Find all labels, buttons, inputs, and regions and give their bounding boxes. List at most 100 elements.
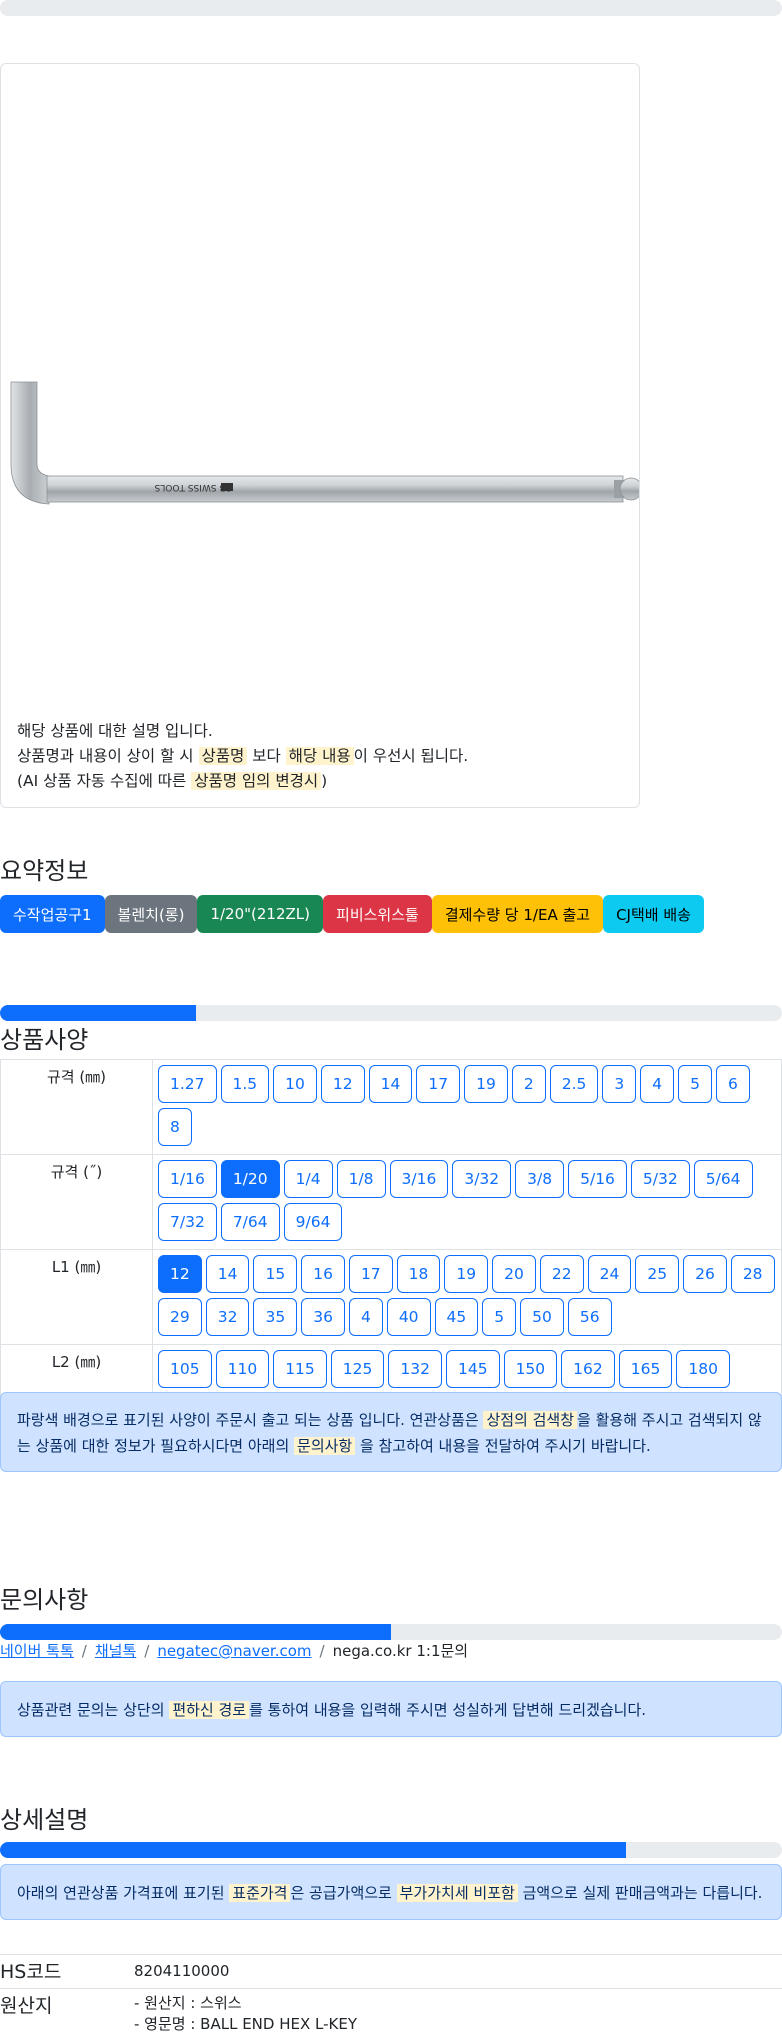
spec-option[interactable]: 56 (567, 1298, 612, 1336)
spec-option[interactable]: 45 (434, 1298, 479, 1336)
spec-option[interactable]: 28 (730, 1255, 775, 1293)
channel-talk-link[interactable]: 채널톡 (95, 1642, 136, 1660)
spec-option[interactable]: 105 (158, 1350, 212, 1388)
highlight-inquiry: 문의사항 (294, 1437, 356, 1455)
spec-option[interactable]: 7/64 (220, 1203, 280, 1241)
spec-option[interactable]: 5/64 (693, 1160, 753, 1198)
highlight-name-change: 상품명 임의 변경시 (191, 772, 322, 790)
spec-option[interactable]: 9/64 (283, 1203, 343, 1241)
spec-option[interactable]: 17 (416, 1065, 461, 1103)
origin-values: - 원산지 : 스위스 - 영문명 : BALL END HEX L-KEY (134, 1993, 357, 2035)
spec-option[interactable]: 1/8 (336, 1160, 386, 1198)
notice-text: 파랑색 배경으로 표기된 사양이 주문시 출고 되는 상품 입니다. 연관상품은 (17, 1411, 484, 1429)
spec-option[interactable]: 1/16 (158, 1160, 217, 1198)
spec-option[interactable]: 14 (368, 1065, 413, 1103)
spec-option[interactable]: 5/16 (568, 1160, 627, 1198)
desc-text: (AI 상품 자동 수집에 따른 (17, 772, 192, 790)
spec-option[interactable]: 18 (396, 1255, 441, 1293)
spec-option[interactable]: 40 (386, 1298, 431, 1336)
notice-text: 아래의 연관상품 가격표에 표기된 (17, 1884, 230, 1902)
detail-title: 상세설명 (0, 1806, 89, 1834)
badge-quantity[interactable]: 결제수량 당 1/EA 출고 (431, 895, 604, 933)
spec-option[interactable]: 50 (520, 1298, 564, 1336)
spec-option[interactable]: 162 (561, 1350, 615, 1388)
spec-option-selected[interactable]: 1/20 (220, 1160, 280, 1198)
spec-option[interactable]: 10 (273, 1065, 317, 1103)
spec-option[interactable]: 150 (503, 1350, 558, 1388)
spec-option[interactable]: 7/32 (158, 1203, 217, 1241)
spec-option[interactable]: 1/4 (283, 1160, 333, 1198)
spec-option[interactable]: 3/8 (515, 1160, 565, 1198)
spec-option[interactable]: 14 (205, 1255, 250, 1293)
spec-label: 규격 (㎜) (0, 1059, 153, 1155)
spec-option[interactable]: 132 (388, 1350, 442, 1388)
badge-model[interactable]: 1/20"(212ZL) (197, 895, 324, 933)
spec-option[interactable]: 15 (253, 1255, 298, 1293)
spec-option[interactable]: 6 (716, 1065, 750, 1103)
notice-text: 상품관련 문의는 상단의 (17, 1701, 170, 1719)
spec-option[interactable]: 3/32 (452, 1160, 512, 1198)
badge-category[interactable]: 수작업공구1 (0, 895, 105, 933)
spec-option[interactable]: 115 (273, 1350, 327, 1388)
spec-option[interactable]: 19 (464, 1065, 508, 1103)
spec-option[interactable]: 2 (511, 1065, 546, 1103)
product-description: 해당 상품에 대한 설명 입니다. 상품명과 내용이 상이 할 시 상품명 보다… (17, 719, 468, 794)
separator: / (319, 1642, 325, 1660)
inquiry-links: 네이버 톡톡 / 채널톡 / negatec@naver.com / nega.co.kr … (0, 1640, 468, 1661)
spec-option[interactable]: 26 (683, 1255, 727, 1293)
highlight-product-name: 상품명 (198, 747, 248, 765)
spec-option[interactable]: 36 (301, 1298, 345, 1336)
spec-option[interactable]: 29 (158, 1298, 202, 1336)
spec-option[interactable]: 1.27 (158, 1065, 217, 1103)
spec-option-selected[interactable]: 12 (158, 1255, 202, 1293)
badge-type[interactable]: 볼렌치(롱) (104, 895, 198, 933)
spec-option[interactable]: 16 (301, 1255, 345, 1293)
desc-line-1: 해당 상품에 대한 설명 입니다. (17, 722, 213, 740)
spec-options: 1/16 1/20 1/4 1/8 3/16 3/32 3/8 5/16 5/32 5/64 7/3… (156, 1159, 781, 1245)
spec-label: L1 (㎜) (0, 1249, 153, 1345)
spec-option[interactable]: 20 (492, 1255, 536, 1293)
spec-option[interactable]: 145 (445, 1350, 500, 1388)
email-link[interactable]: negatec@naver.com (157, 1642, 311, 1660)
spec-option[interactable]: 12 (320, 1065, 365, 1103)
spec-option[interactable]: 19 (444, 1255, 489, 1293)
spec-row: 규격 (㎜) 1.27 1.5 10 12 14 17 19 2 2.5 3 4 5 6 8 (0, 1059, 782, 1155)
badge-shipping[interactable]: CJ택배 배송 (603, 895, 704, 933)
spec-options-cell: 1.27 1.5 10 12 14 17 19 2 2.5 3 4 5 6 8 (152, 1059, 782, 1155)
spec-option[interactable]: 5 (482, 1298, 517, 1336)
spec-option[interactable]: 2.5 (549, 1065, 599, 1103)
naver-talk-link[interactable]: 네이버 톡톡 (0, 1642, 74, 1660)
spec-option[interactable]: 180 (676, 1350, 730, 1388)
hs-code-value: 8204110000 (134, 1962, 230, 1980)
inquiry-progress-bar (0, 1624, 782, 1640)
desc-line-3: (AI 상품 자동 수집에 따른 상품명 임의 변경시) (17, 769, 468, 794)
spec-option[interactable]: 24 (587, 1255, 632, 1293)
hs-code-label: HS코드 (0, 1961, 62, 1983)
highlight-route: 편하신 경로 (169, 1701, 250, 1719)
summary-title: 요약정보 (0, 857, 89, 885)
spec-option[interactable]: 3 (602, 1065, 637, 1103)
badge-brand[interactable]: 피비스위스툴 (323, 895, 432, 933)
inquiry-notice: 상품관련 문의는 상단의 편하신 경로 를 통하여 내용을 입력해 주시면 성실하… (0, 1681, 782, 1737)
spec-option[interactable]: 1.5 (220, 1065, 270, 1103)
spec-option[interactable]: 8 (158, 1108, 192, 1146)
highlight-search: 상점의 검색창 (483, 1411, 578, 1429)
spec-option[interactable]: 165 (618, 1350, 673, 1388)
spec-option[interactable]: 125 (330, 1350, 385, 1388)
spec-option[interactable]: 3/16 (389, 1160, 449, 1198)
top-progress-bar (0, 0, 782, 16)
spec-option[interactable]: 22 (539, 1255, 584, 1293)
spec-option[interactable]: 4 (348, 1298, 383, 1336)
spec-option[interactable]: 25 (635, 1255, 680, 1293)
spec-option[interactable]: 35 (253, 1298, 298, 1336)
spec-option[interactable]: 32 (205, 1298, 250, 1336)
spec-option[interactable]: 17 (348, 1255, 393, 1293)
spec-option[interactable]: 5 (678, 1065, 712, 1103)
highlight-content: 해당 내용 (285, 747, 354, 765)
spec-option[interactable]: 110 (215, 1350, 270, 1388)
spec-option[interactable]: 4 (640, 1065, 675, 1103)
highlight-std-price: 표준가격 (229, 1884, 291, 1902)
origin-label: 원산지 (0, 1995, 53, 2017)
detail-progress-fill (0, 1842, 626, 1858)
spec-option[interactable]: 5/32 (630, 1160, 690, 1198)
